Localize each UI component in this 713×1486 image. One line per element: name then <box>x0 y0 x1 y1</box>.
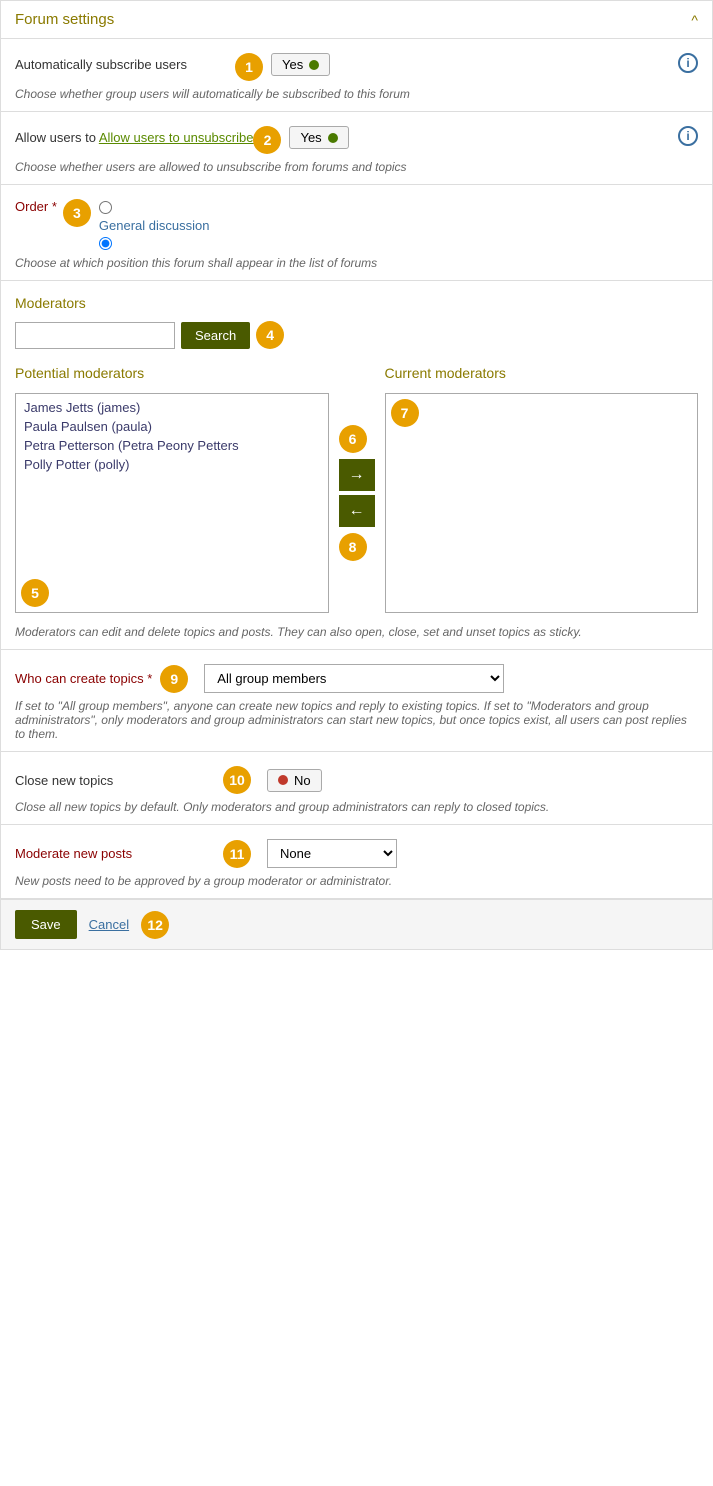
close-topics-toggle-label: No <box>294 773 311 788</box>
moderate-posts-select[interactable]: None All posts First post only <box>267 839 397 868</box>
order-radio-first <box>99 201 210 214</box>
who-required: * <box>147 671 152 686</box>
close-topics-badge: 10 <box>223 766 251 794</box>
current-moderators-title: Current moderators <box>385 365 506 381</box>
close-topics-label: Close new topics <box>15 773 215 788</box>
moderate-posts-section: Moderate new posts 11 None All posts Fir… <box>1 825 712 899</box>
order-radio-group: General discussion <box>99 201 210 250</box>
order-label: Order * <box>15 199 57 214</box>
moderator-arrow-buttons: 6 → ← 8 <box>329 365 385 561</box>
allow-unsubscribe-row: Allow users to Allow users to unsubscrib… <box>1 112 712 185</box>
section-header: Forum settings ^ <box>1 1 712 39</box>
order-radio-general: General discussion <box>99 218 210 233</box>
order-radio-general-input[interactable] <box>99 237 112 250</box>
order-general-label: General discussion <box>99 218 210 233</box>
who-create-help: If set to "All group members", anyone ca… <box>15 699 698 741</box>
auto-subscribe-label: Automatically subscribe users <box>15 53 235 72</box>
order-radio-general-input-row <box>99 237 210 250</box>
remove-moderator-button[interactable]: ← <box>339 495 375 527</box>
order-badge: 3 <box>63 199 91 227</box>
search-badge: 4 <box>256 321 284 349</box>
moderators-note: Moderators can edit and delete topics an… <box>15 625 698 639</box>
potential-moderators-list[interactable]: James Jetts (james) Paula Paulsen (paula… <box>15 393 329 613</box>
who-create-section: Who can create topics * 9 All group memb… <box>1 650 712 752</box>
allow-unsubscribe-info-icon[interactable]: i <box>678 126 698 146</box>
auto-subscribe-info-icon[interactable]: i <box>678 53 698 73</box>
potential-moderators-container: Potential moderators 5 James Jetts (jame… <box>15 365 329 613</box>
save-button[interactable]: Save <box>15 910 77 939</box>
who-badge: 9 <box>160 665 188 693</box>
list-item[interactable]: Paula Paulsen (paula) <box>20 417 324 436</box>
moderators-title: Moderators <box>15 295 698 311</box>
current-moderators-list[interactable] <box>385 393 699 613</box>
search-input[interactable] <box>15 322 175 349</box>
auto-subscribe-badge: 1 <box>235 53 263 81</box>
auto-subscribe-toggle[interactable]: Yes <box>271 53 330 76</box>
forum-settings-panel: Forum settings ^ Automatically subscribe… <box>0 0 713 950</box>
order-radio-first-input[interactable] <box>99 201 112 214</box>
allow-unsubscribe-badge: 2 <box>253 126 281 154</box>
cancel-badge: 12 <box>141 911 169 939</box>
section-title: Forum settings <box>15 11 114 28</box>
who-create-select[interactable]: All group members Moderators and group a… <box>204 664 504 693</box>
moderate-posts-badge: 11 <box>223 840 251 868</box>
close-topics-section: Close new topics 10 No Close all new top… <box>1 752 712 825</box>
list-item[interactable]: Polly Potter (polly) <box>20 455 324 474</box>
allow-unsubscribe-label: Allow users to Allow users to unsubscrib… <box>15 126 253 145</box>
list-item[interactable]: James Jetts (james) <box>20 398 324 417</box>
auto-subscribe-toggle-label: Yes <box>282 57 303 72</box>
order-row: Order * 3 General discussion Choose at w… <box>1 185 712 281</box>
current-badge: 7 <box>391 399 419 427</box>
list-item[interactable]: Petra Petterson (Petra Peony Petters <box>20 436 324 455</box>
order-required: * <box>52 199 57 214</box>
moderators-columns: Potential moderators 5 James Jetts (jame… <box>15 365 698 613</box>
allow-unsubscribe-dot <box>328 133 338 143</box>
unsubscribe-link[interactable]: Allow users to unsubscribe <box>99 130 254 145</box>
auto-subscribe-help: Choose whether group users will automati… <box>15 87 698 101</box>
current-moderators-container: Current moderators 7 <box>385 365 699 613</box>
collapse-icon[interactable]: ^ <box>691 12 698 28</box>
allow-unsubscribe-toggle[interactable]: Yes <box>289 126 348 149</box>
auto-subscribe-row: Automatically subscribe users 1 Yes i Ch… <box>1 39 712 112</box>
forward-badge: 6 <box>339 425 367 453</box>
moderate-posts-label: Moderate new posts <box>15 846 215 861</box>
order-help: Choose at which position this forum shal… <box>15 256 698 270</box>
search-row: Search 4 <box>15 321 698 349</box>
cancel-button[interactable]: Cancel <box>89 917 129 932</box>
cancel-label: Cancel <box>89 917 129 932</box>
close-topics-dot <box>278 775 288 785</box>
search-button[interactable]: Search <box>181 322 250 349</box>
allow-unsubscribe-toggle-label: Yes <box>300 130 321 145</box>
close-topics-toggle[interactable]: No <box>267 769 322 792</box>
add-moderator-button[interactable]: → <box>339 459 375 491</box>
potential-badge: 5 <box>21 579 49 607</box>
potential-moderators-title: Potential moderators <box>15 365 144 381</box>
footer-bar: Save Cancel 12 <box>1 899 712 949</box>
close-topics-help: Close all new topics by default. Only mo… <box>15 800 698 814</box>
auto-subscribe-dot <box>309 60 319 70</box>
moderators-section: Moderators Search 4 Potential moderators… <box>1 281 712 650</box>
who-create-label: Who can create topics * <box>15 671 152 686</box>
moderate-posts-help: New posts need to be approved by a group… <box>15 874 698 888</box>
allow-unsubscribe-help: Choose whether users are allowed to unsu… <box>15 160 698 174</box>
backward-badge: 8 <box>339 533 367 561</box>
